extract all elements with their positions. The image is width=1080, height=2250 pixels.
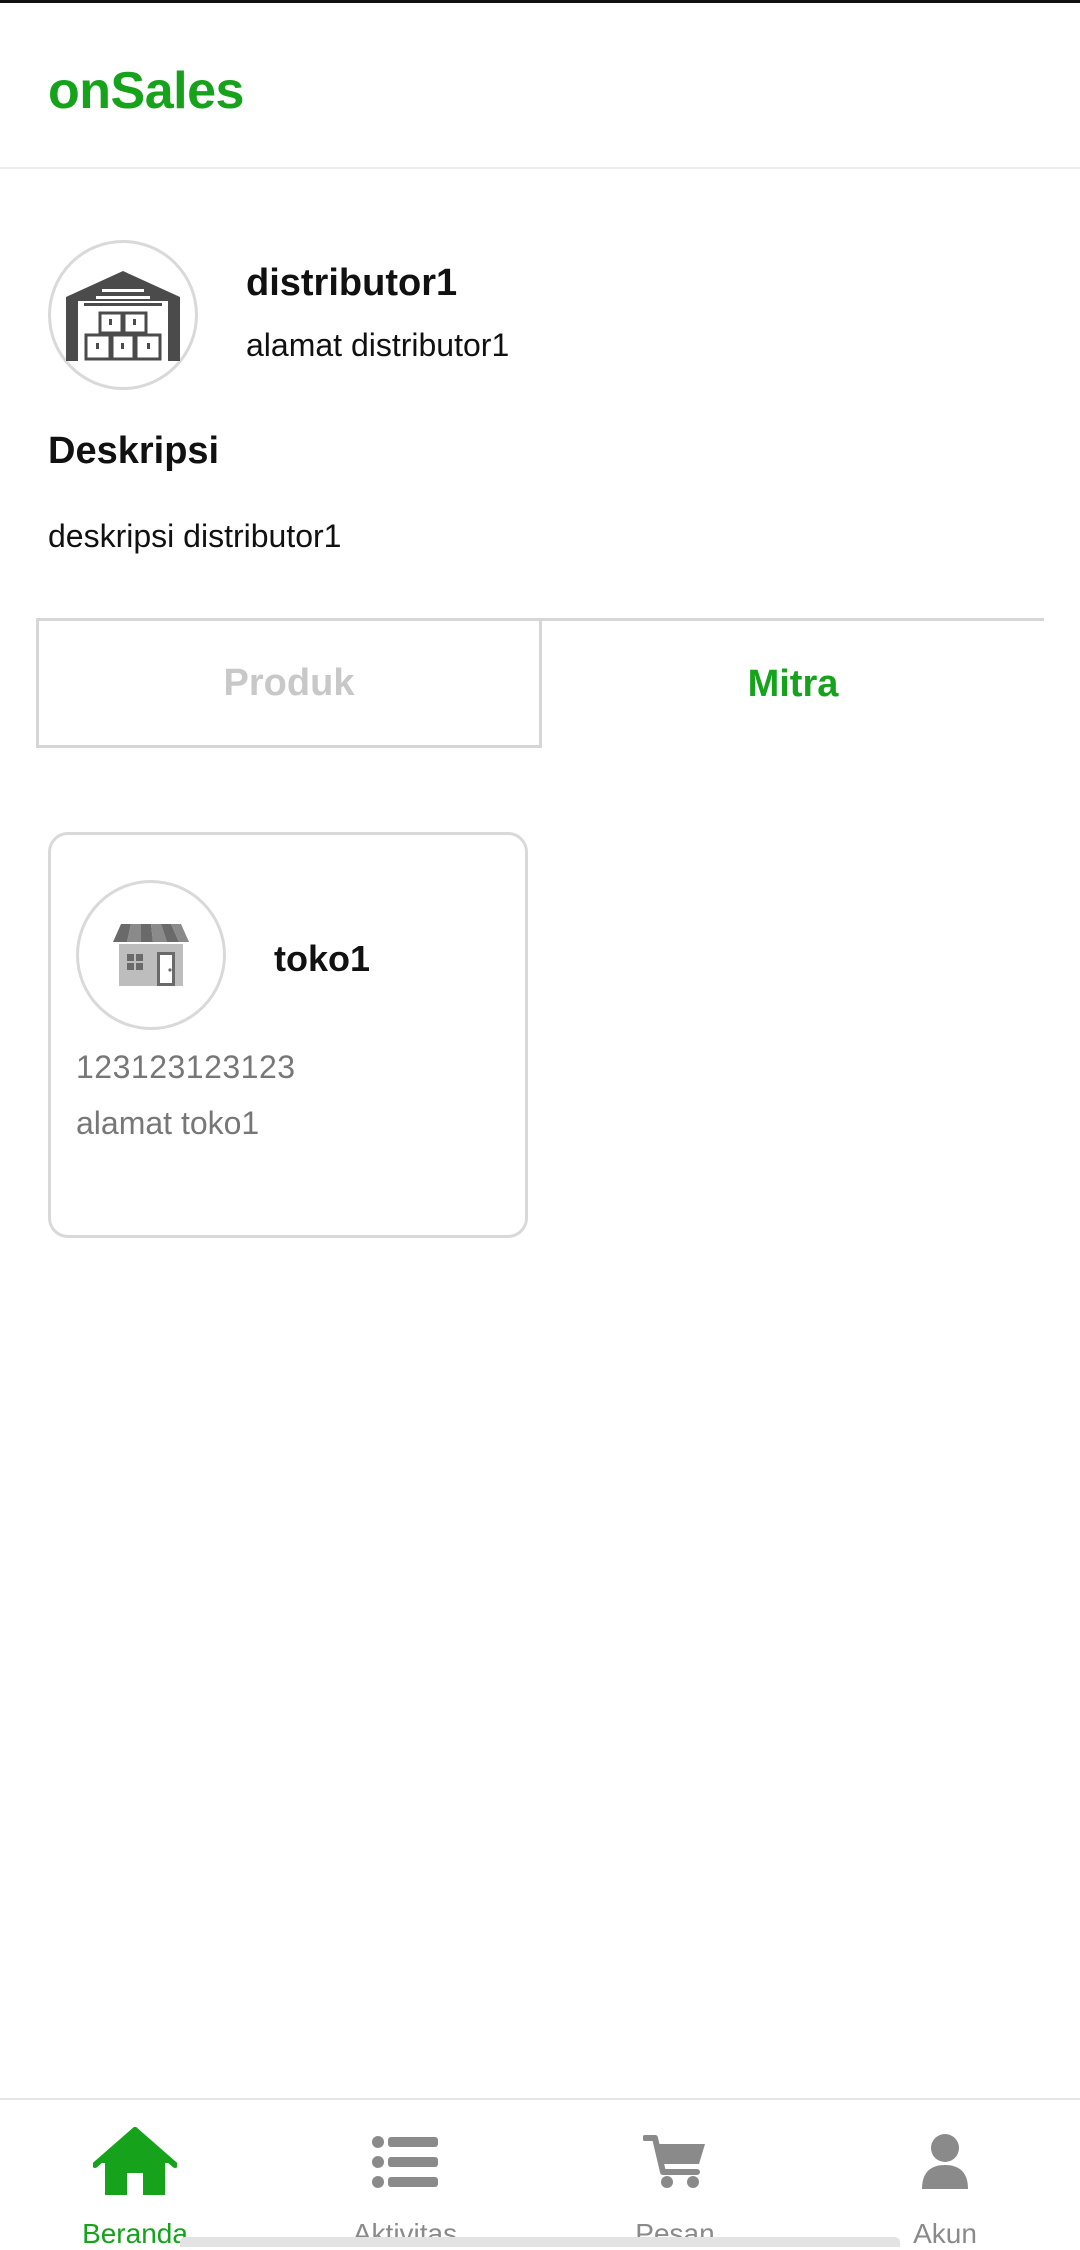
partner-avatar (76, 880, 226, 1030)
warehouse-icon (66, 271, 180, 361)
home-indicator[interactable] (180, 2237, 900, 2247)
tab-bar: Produk Mitra (36, 618, 1044, 748)
cart-icon (630, 2122, 720, 2202)
description-text: deskripsi distributor1 (48, 518, 342, 554)
nav-beranda[interactable]: Beranda (0, 2100, 270, 2249)
app-header: onSales (0, 3, 1080, 169)
partner-card[interactable]: toko1 123123123123 alamat toko1 (48, 832, 528, 1238)
partner-name: toko1 (274, 938, 371, 979)
bottom-navigation: Beranda Aktivitas Pesan Akun (0, 2098, 1080, 2249)
description-heading: Deskripsi (48, 430, 220, 472)
nav-akun[interactable]: Akun (810, 2100, 1080, 2249)
app-title: onSales (48, 62, 244, 120)
partner-phone: 123123123123 (76, 1049, 296, 1085)
store-icon (113, 924, 189, 986)
distributor-name: distributor1 (246, 262, 458, 304)
tab-produk[interactable]: Produk (36, 618, 542, 748)
partner-address: alamat toko1 (76, 1105, 260, 1141)
nav-aktivitas[interactable]: Aktivitas (270, 2100, 540, 2249)
distributor-avatar (48, 240, 198, 390)
list-icon (360, 2122, 450, 2202)
home-icon (90, 2122, 180, 2202)
tab-mitra[interactable]: Mitra (542, 618, 1044, 748)
distributor-address: alamat distributor1 (246, 327, 510, 363)
user-icon (900, 2122, 990, 2202)
nav-pesan[interactable]: Pesan (540, 2100, 810, 2249)
